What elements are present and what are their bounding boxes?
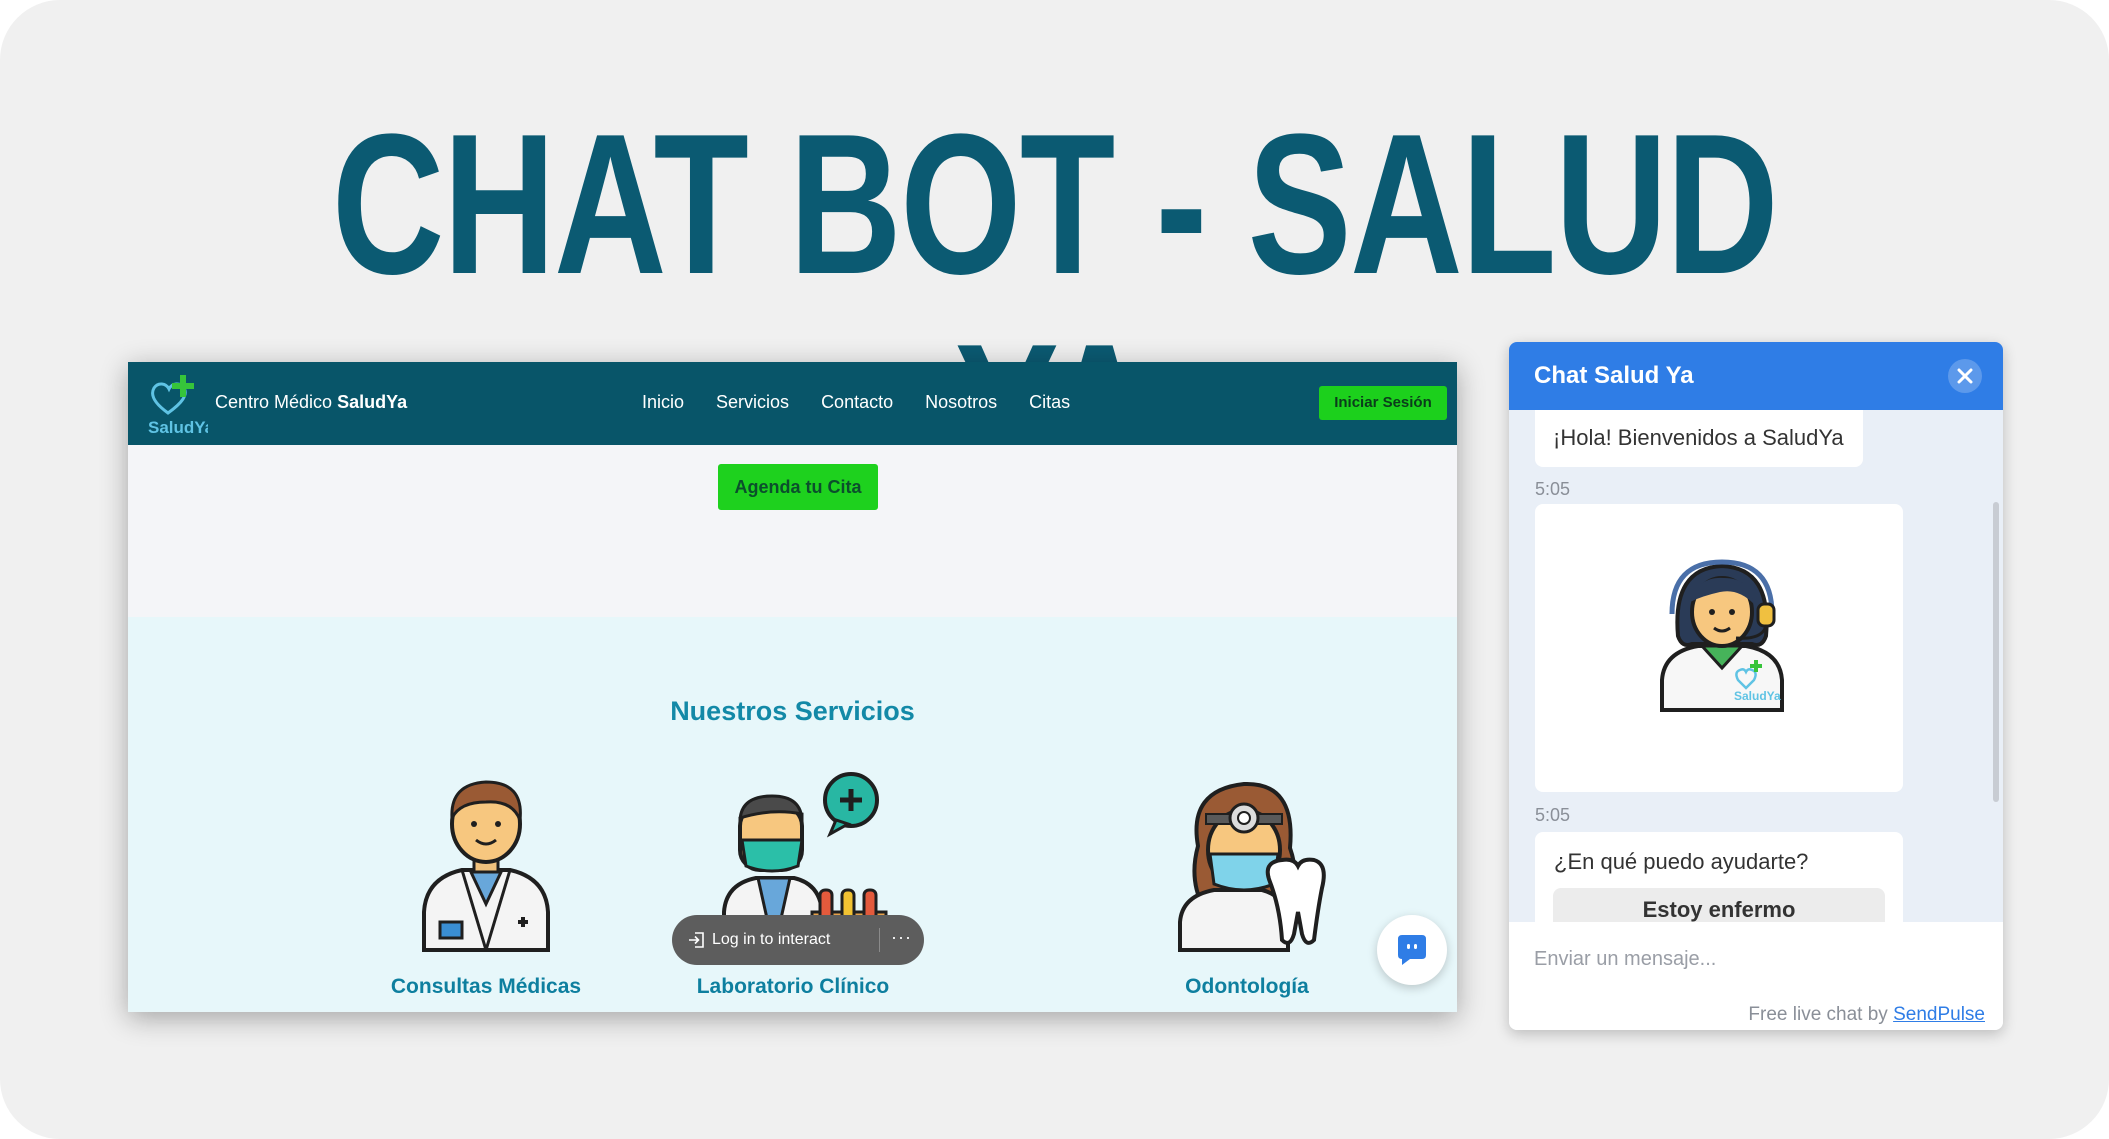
chat-title: Chat Salud Ya	[1534, 362, 1694, 389]
chat-widget: ¡Hola! Bienvenidos a SaludYa 5:05 SaludY…	[1509, 342, 2003, 1030]
close-chat-button[interactable]	[1948, 359, 1982, 393]
message-input[interactable]	[1534, 944, 1974, 974]
login-to-interact-overlay[interactable]: Log in to interact ···	[672, 915, 924, 965]
nav-nosotros[interactable]: Nosotros	[925, 390, 997, 414]
book-appointment-button[interactable]: Agenda tu Cita	[718, 464, 878, 510]
nav-citas[interactable]: Citas	[1029, 390, 1070, 414]
chat-launcher-button[interactable]	[1377, 915, 1447, 985]
service-laboratorio[interactable]: Laboratorio Clínico	[643, 974, 943, 1000]
more-options-icon[interactable]: ···	[891, 927, 912, 947]
brand-name: Centro Médico SaludYa	[215, 392, 408, 412]
login-to-interact-label: Log in to interact	[712, 931, 831, 948]
logo-wordmark: SaludYa	[148, 418, 208, 437]
chat-header: Chat Salud Ya	[1509, 342, 2003, 410]
dentist-icon	[1178, 781, 1326, 952]
nav-inicio[interactable]: Inicio	[642, 390, 684, 414]
chat-scrollbar[interactable]	[1993, 502, 1999, 802]
chat-bubble-icon	[1398, 935, 1426, 965]
message-timestamp: 5:05	[1535, 805, 1571, 825]
sendpulse-link[interactable]: SendPulse	[1893, 1004, 1985, 1025]
login-arrow-icon	[689, 932, 704, 948]
overlay-divider	[879, 928, 880, 952]
login-button[interactable]: Iniciar Sesión	[1319, 386, 1447, 420]
service-odontologia[interactable]: Odontología	[1097, 974, 1397, 1000]
greeting-message: ¡Hola! Bienvenidos a SaludYa	[1535, 410, 1863, 467]
website-screenshot: SaludYa Centro Médico SaludYa Inicio Ser…	[128, 362, 1457, 1012]
question-text: ¿En qué puedo ayudarte?	[1554, 849, 1809, 874]
agent-image-message: SaludYa	[1535, 504, 1903, 792]
saludya-logo[interactable]: SaludYa	[146, 373, 208, 437]
question-message: ¿En qué puedo ayudarte? Estoy enfermo	[1535, 832, 1903, 932]
message-timestamp: 5:05	[1535, 479, 1571, 499]
nav-menu: Inicio Servicios Contacto Nosotros Citas	[642, 390, 1070, 414]
service-consultas[interactable]: Consultas Médicas	[336, 974, 636, 1000]
navbar: SaludYa Centro Médico SaludYa Inicio Ser…	[128, 362, 1457, 445]
agent-badge-wordmark: SaludYa	[1734, 689, 1781, 703]
powered-by: Free live chat by SendPulse	[1748, 1004, 1985, 1025]
poster-background: CHAT BOT - SALUD YA SaludYa Centro Médic…	[0, 0, 2109, 1139]
hero-section: Agenda tu Cita	[128, 445, 1457, 617]
services-title: Nuestros Servicios	[670, 696, 915, 726]
doctor-icon	[422, 780, 550, 952]
support-agent-icon: SaludYa	[1660, 559, 1784, 712]
close-icon	[1957, 368, 1973, 384]
nav-contacto[interactable]: Contacto	[821, 390, 893, 414]
nav-servicios[interactable]: Servicios	[716, 390, 789, 414]
message-composer: Free live chat by SendPulse	[1509, 922, 2003, 1030]
